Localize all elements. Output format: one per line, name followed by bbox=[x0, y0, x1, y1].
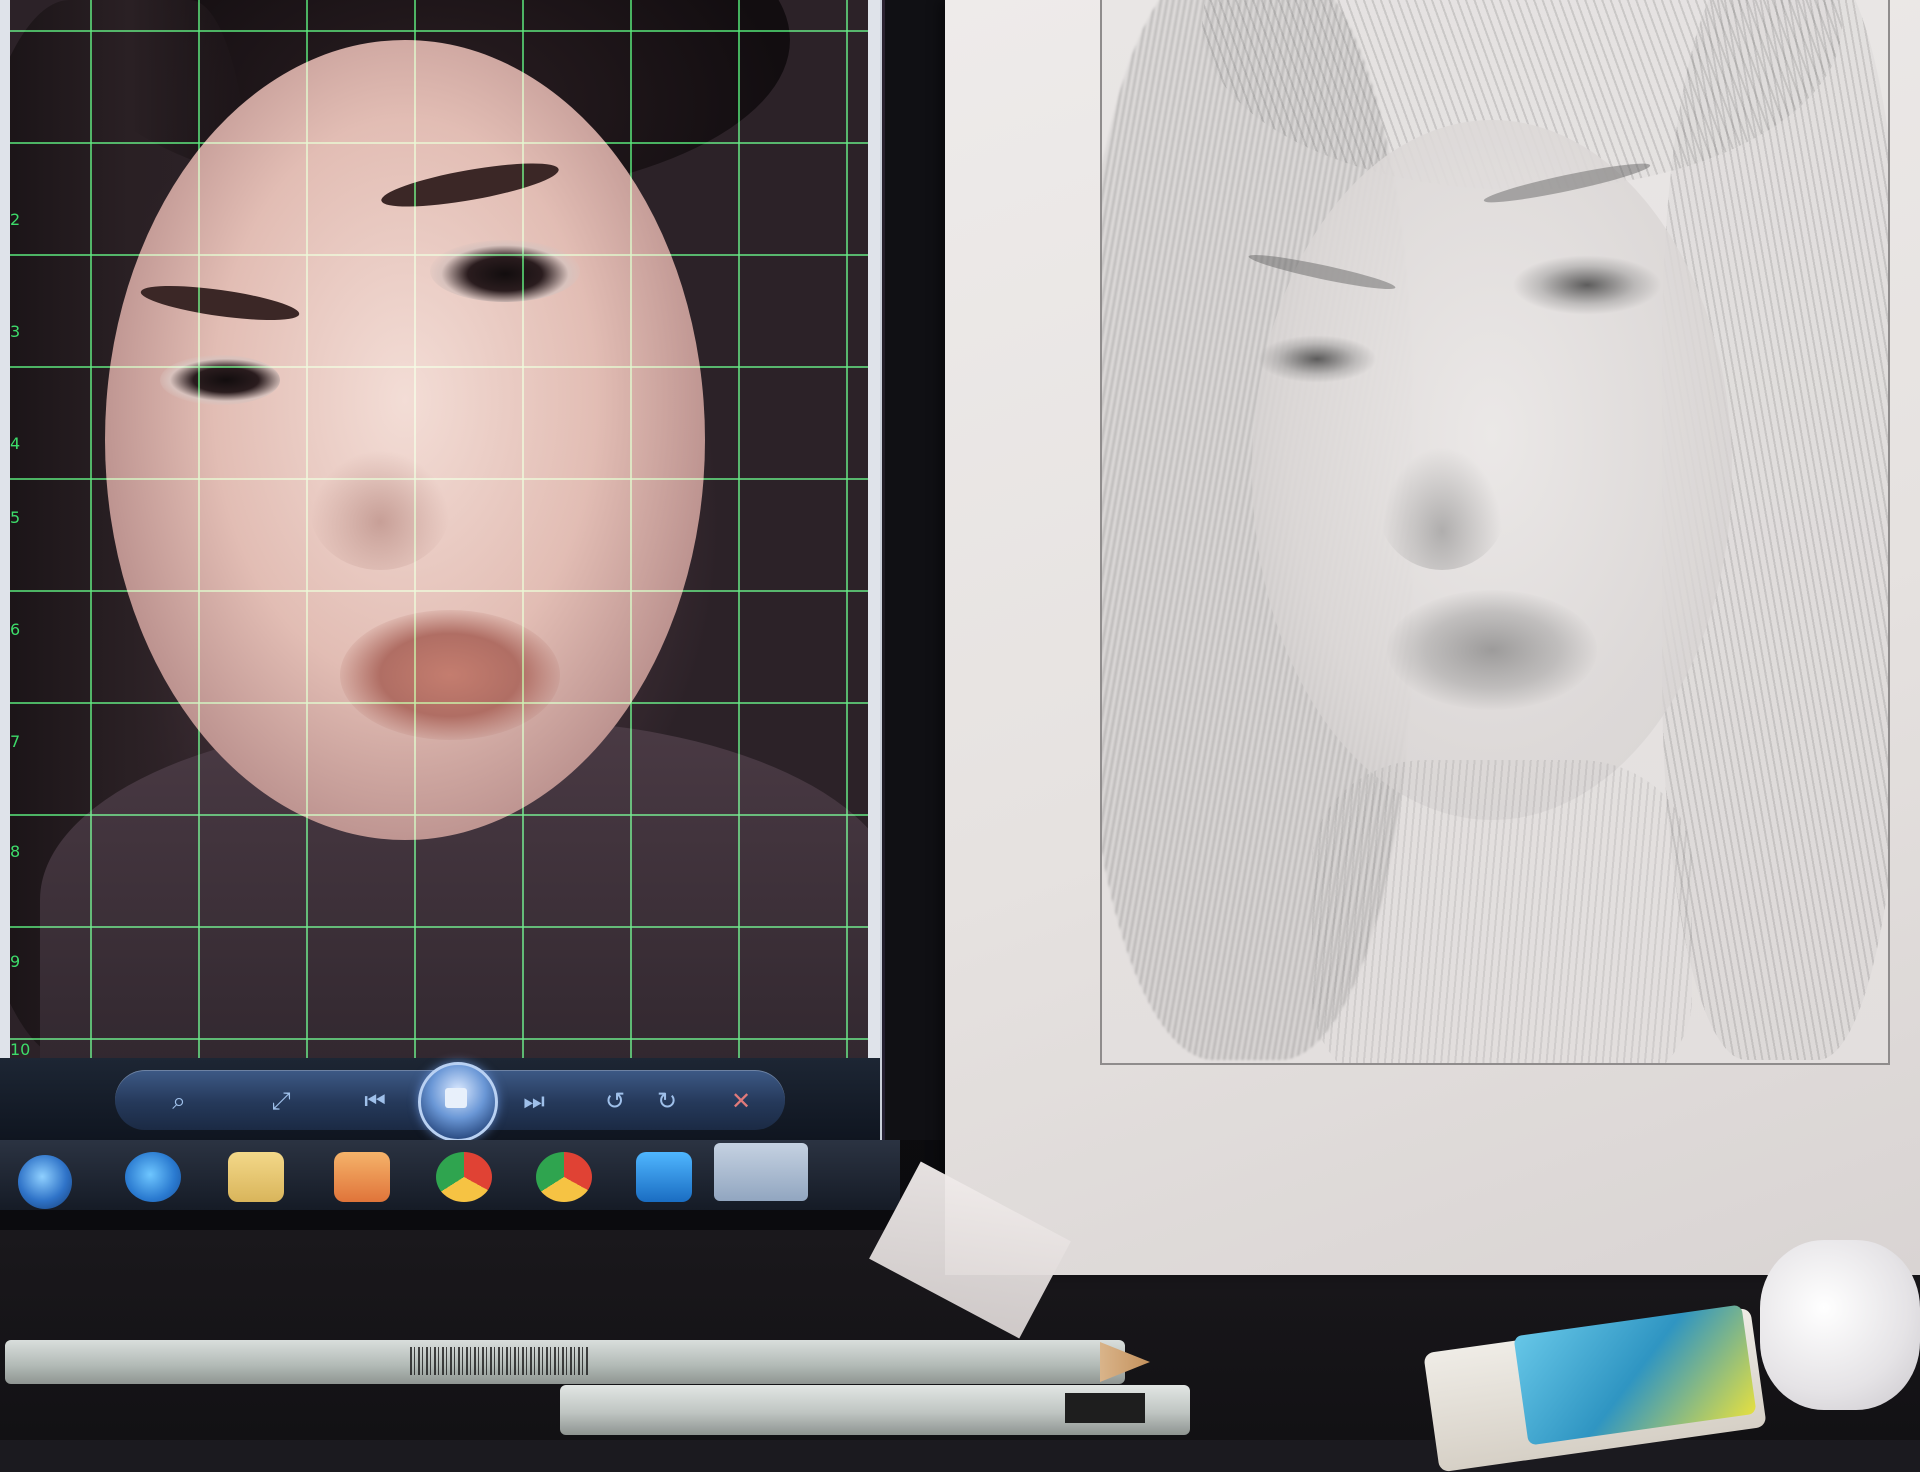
grid-row-number: 7 bbox=[10, 732, 21, 751]
chrome-icon[interactable] bbox=[436, 1152, 492, 1202]
photo-viewer-taskbar-button[interactable] bbox=[714, 1143, 808, 1201]
photo-nose bbox=[310, 450, 450, 570]
sketch-left-eye bbox=[1257, 335, 1377, 383]
previous-icon[interactable]: ⏮ bbox=[356, 1082, 394, 1120]
photo-lips bbox=[340, 610, 560, 740]
reference-photo bbox=[10, 0, 868, 1058]
grid-row-number: 6 bbox=[10, 620, 21, 639]
grid-row-number: 9 bbox=[10, 952, 21, 971]
photo-gallery-icon[interactable] bbox=[636, 1152, 692, 1202]
tissue bbox=[1760, 1240, 1920, 1410]
media-player-icon[interactable] bbox=[334, 1152, 390, 1202]
grid-row-number: 10 bbox=[10, 1040, 31, 1059]
pencil-barcode bbox=[410, 1347, 590, 1375]
fit-window-icon[interactable]: ⤢ bbox=[262, 1082, 300, 1120]
grid-row-number: 5 bbox=[10, 508, 21, 527]
sketch-nose bbox=[1377, 440, 1507, 570]
delete-icon[interactable]: ✕ bbox=[722, 1082, 760, 1120]
rotate-left-icon[interactable]: ↺ bbox=[596, 1082, 634, 1120]
folder-icon[interactable] bbox=[228, 1152, 284, 1202]
rotate-right-icon[interactable]: ↻ bbox=[648, 1082, 686, 1120]
grid-row-number: 8 bbox=[10, 842, 21, 861]
photo-left-eye bbox=[160, 355, 280, 405]
sketch-right-eye bbox=[1512, 255, 1662, 315]
grid-row-number: 2 bbox=[10, 210, 21, 229]
chrome-canary-icon[interactable] bbox=[536, 1152, 592, 1202]
sketch-lips bbox=[1387, 590, 1597, 710]
internet-explorer-icon[interactable] bbox=[125, 1152, 181, 1202]
pencil-sketch bbox=[1100, 0, 1890, 1065]
grid-row-number: 3 bbox=[10, 322, 21, 341]
pencil-band bbox=[1065, 1393, 1145, 1423]
zoom-icon[interactable]: ⌕ bbox=[160, 1082, 198, 1120]
grid-row-number: 4 bbox=[10, 434, 21, 453]
photo-right-eye bbox=[430, 240, 580, 302]
sketch-neck-hair bbox=[1312, 760, 1692, 1063]
start-button-icon[interactable] bbox=[18, 1155, 72, 1209]
slideshow-icon bbox=[445, 1088, 467, 1108]
next-icon[interactable]: ⏭ bbox=[515, 1082, 553, 1120]
